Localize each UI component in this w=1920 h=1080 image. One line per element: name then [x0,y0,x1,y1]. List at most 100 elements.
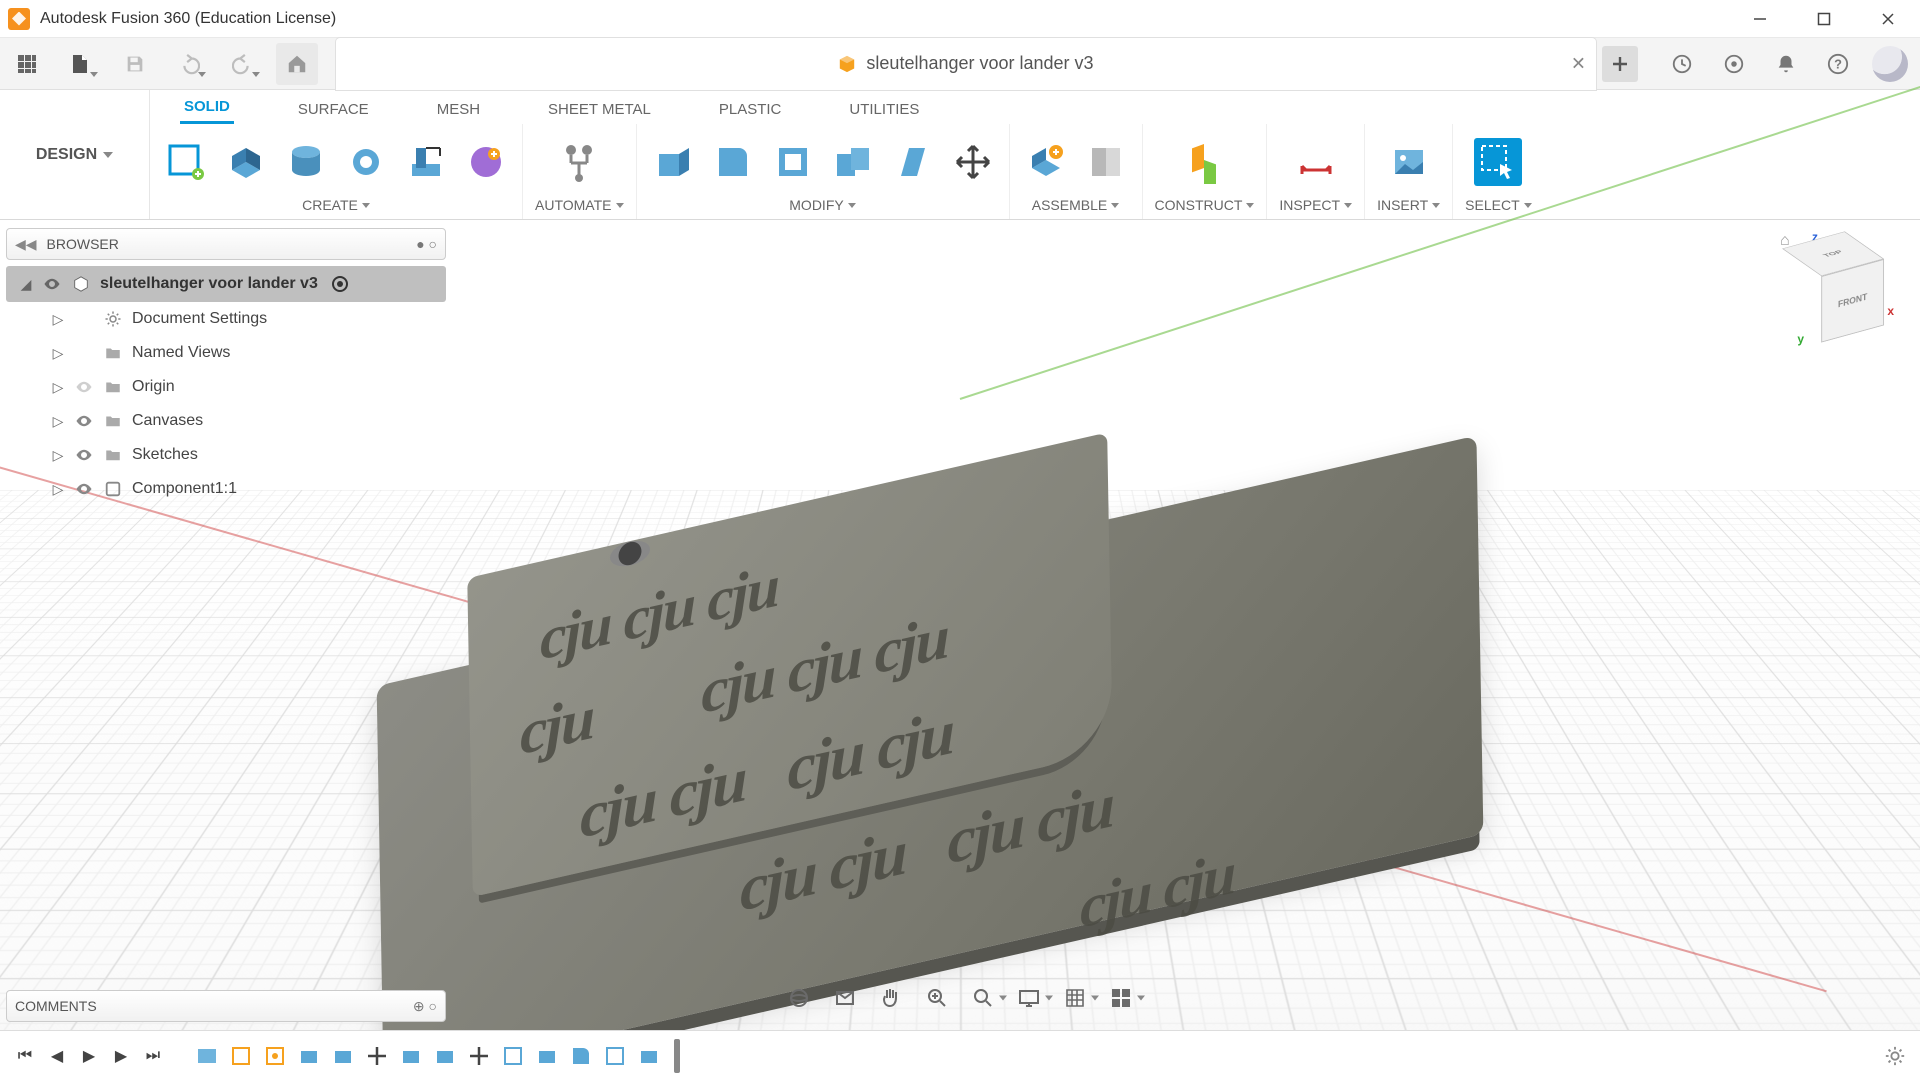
combine-button[interactable] [829,138,877,186]
browser-header[interactable]: ◀◀ BROWSER ● ○ [6,228,446,260]
tab-mesh[interactable]: MESH [433,95,484,124]
look-at-button[interactable] [827,980,863,1016]
window-minimize-button[interactable] [1742,5,1778,33]
timeline-item[interactable] [602,1043,628,1069]
timeline-step-back-button[interactable]: ◀ [44,1043,70,1069]
draft-button[interactable] [889,138,937,186]
browser-collapse-button[interactable]: ◀◀ [15,236,37,253]
disclosure-triangle-icon[interactable]: ▷ [50,311,66,328]
timeline-play-button[interactable]: ▶ [76,1043,102,1069]
new-component-button[interactable] [1022,138,1070,186]
window-close-button[interactable] [1870,5,1906,33]
joint-button[interactable] [1082,138,1130,186]
viewport[interactable]: cји cји cји cји cји cји cји cји cји cји … [0,220,1920,1030]
new-document-button[interactable] [1602,46,1638,82]
disclosure-triangle-icon[interactable]: ▷ [50,413,66,430]
disclosure-triangle-icon[interactable]: ▷ [50,481,66,498]
comments-header[interactable]: COMMENTS ⊕ ○ [6,990,446,1022]
pan-button[interactable] [873,980,909,1016]
browser-tree-item[interactable]: ▷Canvases [32,404,446,438]
home-button[interactable] [276,43,318,85]
tab-plastic[interactable]: PLASTIC [715,95,786,124]
job-status-button[interactable] [1716,46,1752,82]
construct-group-label[interactable]: CONSTRUCT [1155,197,1255,213]
timeline-marker[interactable] [674,1039,680,1073]
tab-sheetmetal[interactable]: SHEET METAL [544,95,655,124]
timeline-item[interactable] [330,1043,356,1069]
timeline-step-forward-button[interactable]: ▶ [108,1043,134,1069]
revolve-button[interactable] [342,138,390,186]
inspect-group-label[interactable]: INSPECT [1279,197,1352,213]
create-group-label[interactable]: CREATE [302,197,370,213]
tab-utilities[interactable]: UTILITIES [845,95,923,124]
browser-tree-item[interactable]: ▷Component1:1 [32,472,446,506]
sweep-button[interactable] [402,138,450,186]
disclosure-triangle-icon[interactable]: ▷ [50,447,66,464]
document-tab[interactable]: sleutelhanger voor lander v3 ✕ [336,38,1596,90]
window-maximize-button[interactable] [1806,5,1842,33]
notifications-button[interactable] [1768,46,1804,82]
zoom-button[interactable] [919,980,955,1016]
visibility-eye-icon[interactable] [74,480,94,498]
timeline-end-button[interactable]: ⏭ [140,1043,166,1069]
zoom-window-button[interactable] [965,980,1001,1016]
move-copy-button[interactable] [949,138,997,186]
extrude-button[interactable] [282,138,330,186]
press-pull-button[interactable] [649,138,697,186]
document-tab-close-button[interactable]: ✕ [1571,53,1586,74]
orbit-button[interactable] [781,980,817,1016]
timeline-item[interactable] [466,1043,492,1069]
workspace-switcher[interactable]: DESIGN [0,90,150,219]
timeline-begin-button[interactable]: ⏮ [12,1043,38,1069]
emboss-button[interactable] [462,138,510,186]
active-component-indicator-icon[interactable] [332,276,348,292]
shell-button[interactable] [769,138,817,186]
add-comment-button[interactable]: ⊕ ○ [413,998,437,1015]
visibility-eye-icon[interactable] [74,378,94,396]
select-tool-button[interactable] [1474,138,1522,186]
browser-tree-item[interactable]: ▷Sketches [32,438,446,472]
grid-settings-button[interactable] [1057,980,1093,1016]
select-group-label[interactable]: SELECT [1465,197,1531,213]
insert-decal-button[interactable] [1385,138,1433,186]
undo-button[interactable] [168,43,210,85]
fillet-button[interactable] [709,138,757,186]
measure-button[interactable] [1292,138,1340,186]
timeline-item[interactable] [500,1043,526,1069]
timeline-item[interactable] [296,1043,322,1069]
timeline-item[interactable] [636,1043,662,1069]
viewport-layout-button[interactable] [1103,980,1139,1016]
data-panel-button[interactable] [6,43,48,85]
display-settings-button[interactable] [1011,980,1047,1016]
browser-tree-item[interactable]: ▷Named Views [32,336,446,370]
tab-surface[interactable]: SURFACE [294,95,373,124]
browser-tree-item[interactable]: ▷Origin [32,370,446,404]
create-form-button[interactable] [222,138,270,186]
help-button[interactable]: ? [1820,46,1856,82]
file-menu-button[interactable] [60,43,102,85]
browser-tree-item[interactable]: ▷Document Settings [32,302,446,336]
timeline-item[interactable] [432,1043,458,1069]
disclosure-triangle-icon[interactable]: ◢ [18,276,34,293]
browser-options-button[interactable]: ● ○ [416,236,437,252]
extensions-button[interactable] [1664,46,1700,82]
timeline-item[interactable] [364,1043,390,1069]
timeline-item[interactable] [228,1043,254,1069]
construct-plane-button[interactable] [1180,138,1228,186]
timeline-item[interactable] [534,1043,560,1069]
create-sketch-button[interactable] [162,138,210,186]
browser-root-node[interactable]: ◢ sleutelhanger voor lander v3 [6,266,446,302]
insert-group-label[interactable]: INSERT [1377,197,1440,213]
visibility-eye-icon[interactable] [42,275,62,293]
disclosure-triangle-icon[interactable]: ▷ [50,379,66,396]
timeline-item[interactable] [194,1043,220,1069]
disclosure-triangle-icon[interactable]: ▷ [50,345,66,362]
assemble-group-label[interactable]: ASSEMBLE [1032,197,1119,213]
modify-group-label[interactable]: MODIFY [789,197,855,213]
visibility-eye-icon[interactable] [74,412,94,430]
redo-button[interactable] [222,43,264,85]
save-button[interactable] [114,43,156,85]
timeline-item[interactable] [568,1043,594,1069]
timeline-item[interactable] [262,1043,288,1069]
model-body[interactable]: cји cји cји cји cји cји cји cји cји cји … [320,336,1540,1080]
